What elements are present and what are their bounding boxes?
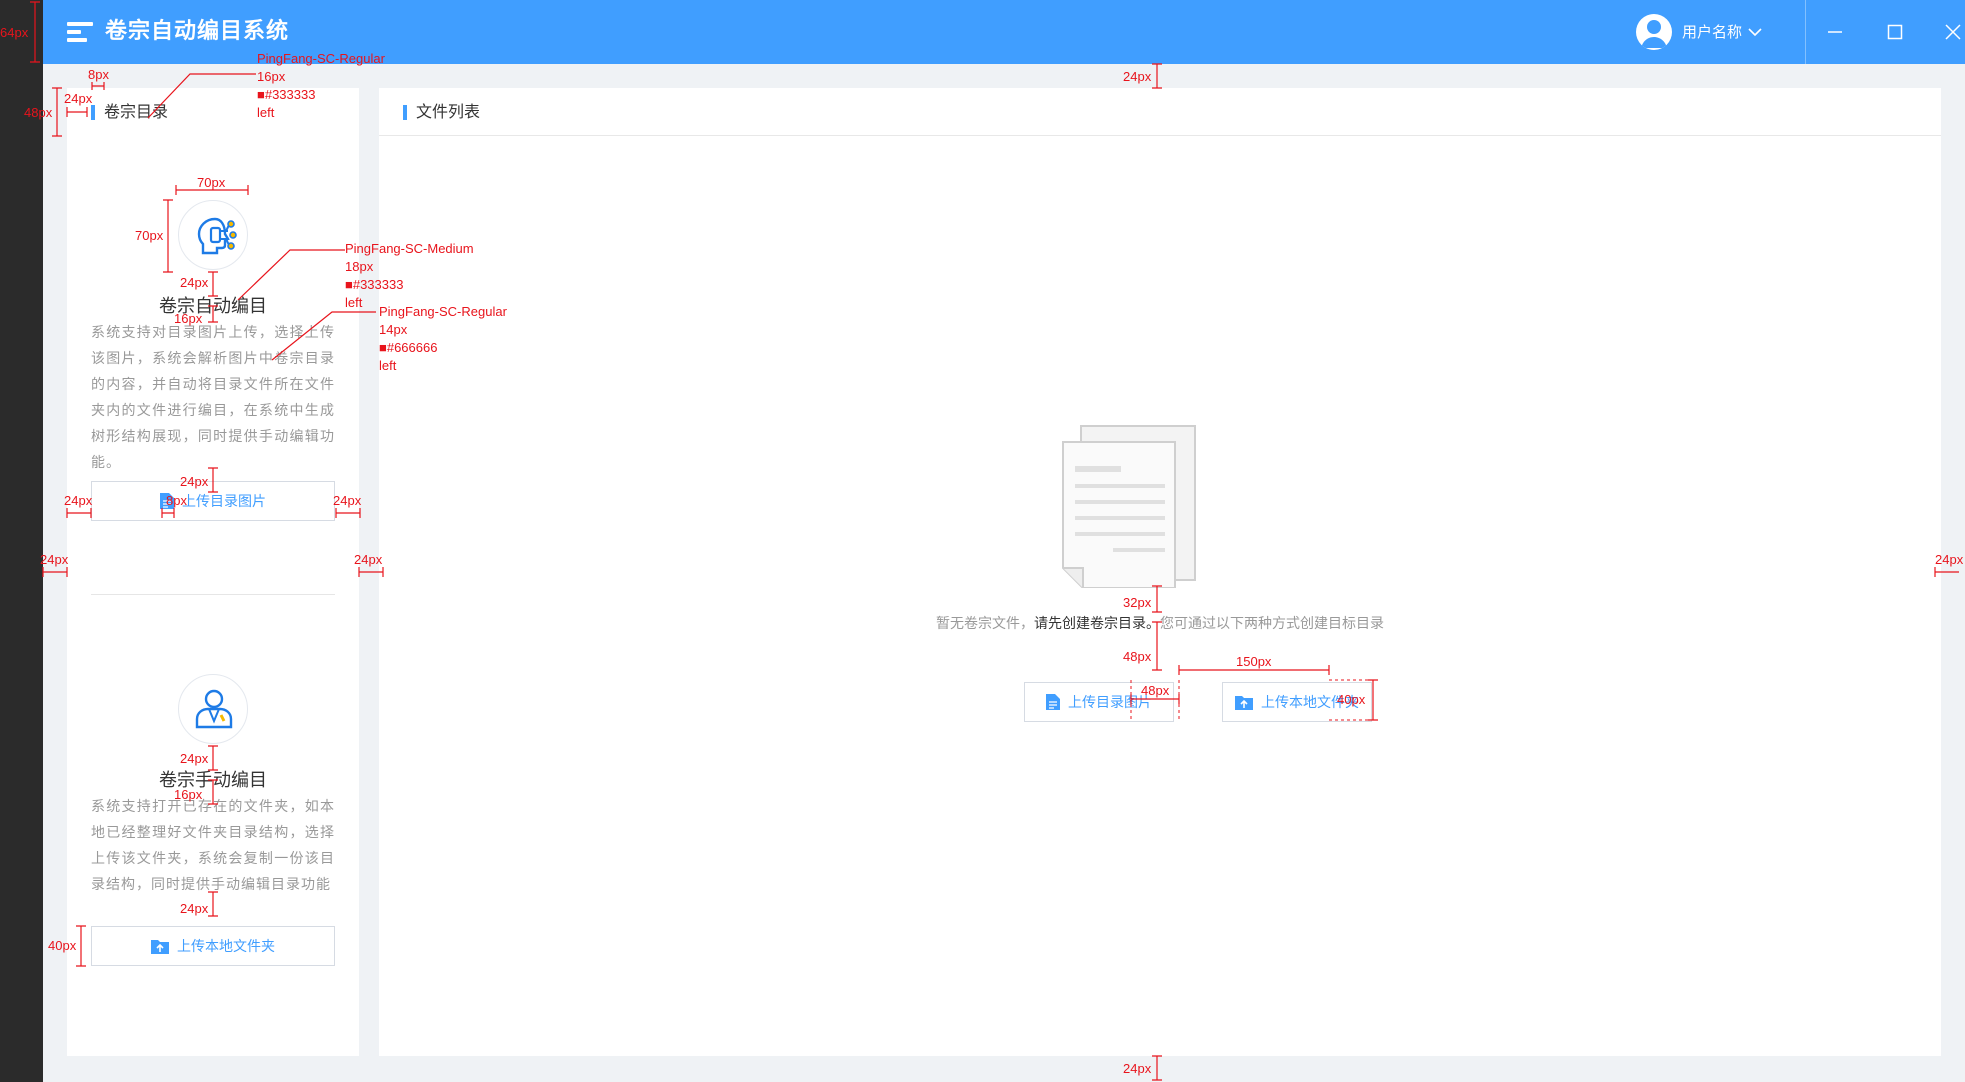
dim-label: 8px (166, 493, 187, 508)
dim-label: 40px (1337, 692, 1366, 707)
dim-label: 64px (0, 25, 29, 40)
dim-label: 24px (64, 493, 93, 508)
dim-label: 24px (180, 474, 209, 489)
dim-label: 24px (1123, 1061, 1152, 1076)
dim-label: 48px (1141, 683, 1170, 698)
dim-label: 24px (40, 552, 69, 567)
dim-label: 8px (88, 67, 109, 82)
dim-label: 70px (197, 175, 226, 190)
dim-label: 24px (333, 493, 362, 508)
annotation-lines (30, 1, 1959, 1081)
dim-label: 24px (1935, 552, 1964, 567)
font-spec: PingFang-SC-Medium 18px ■#333333 left (345, 241, 474, 310)
dim-label: 40px (48, 938, 77, 953)
dim-label: 24px (1123, 69, 1152, 84)
dim-label: 16px (174, 787, 203, 802)
dim-label: 48px (1123, 649, 1152, 664)
dim-label: 24px (180, 275, 209, 290)
dim-label: 24px (354, 552, 383, 567)
dim-label: 32px (1123, 595, 1152, 610)
font-spec: PingFang-SC-Regular 16px ■#333333 left (257, 51, 385, 120)
dim-label: 48px (24, 105, 53, 120)
dim-label: 24px (64, 91, 93, 106)
font-spec: PingFang-SC-Regular 14px ■#666666 left (379, 304, 507, 373)
dim-label: 70px (135, 228, 164, 243)
dim-label: 150px (1236, 654, 1272, 669)
dim-label: 24px (180, 751, 209, 766)
dim-label: 24px (180, 901, 209, 916)
dim-label: 16px (174, 311, 203, 326)
